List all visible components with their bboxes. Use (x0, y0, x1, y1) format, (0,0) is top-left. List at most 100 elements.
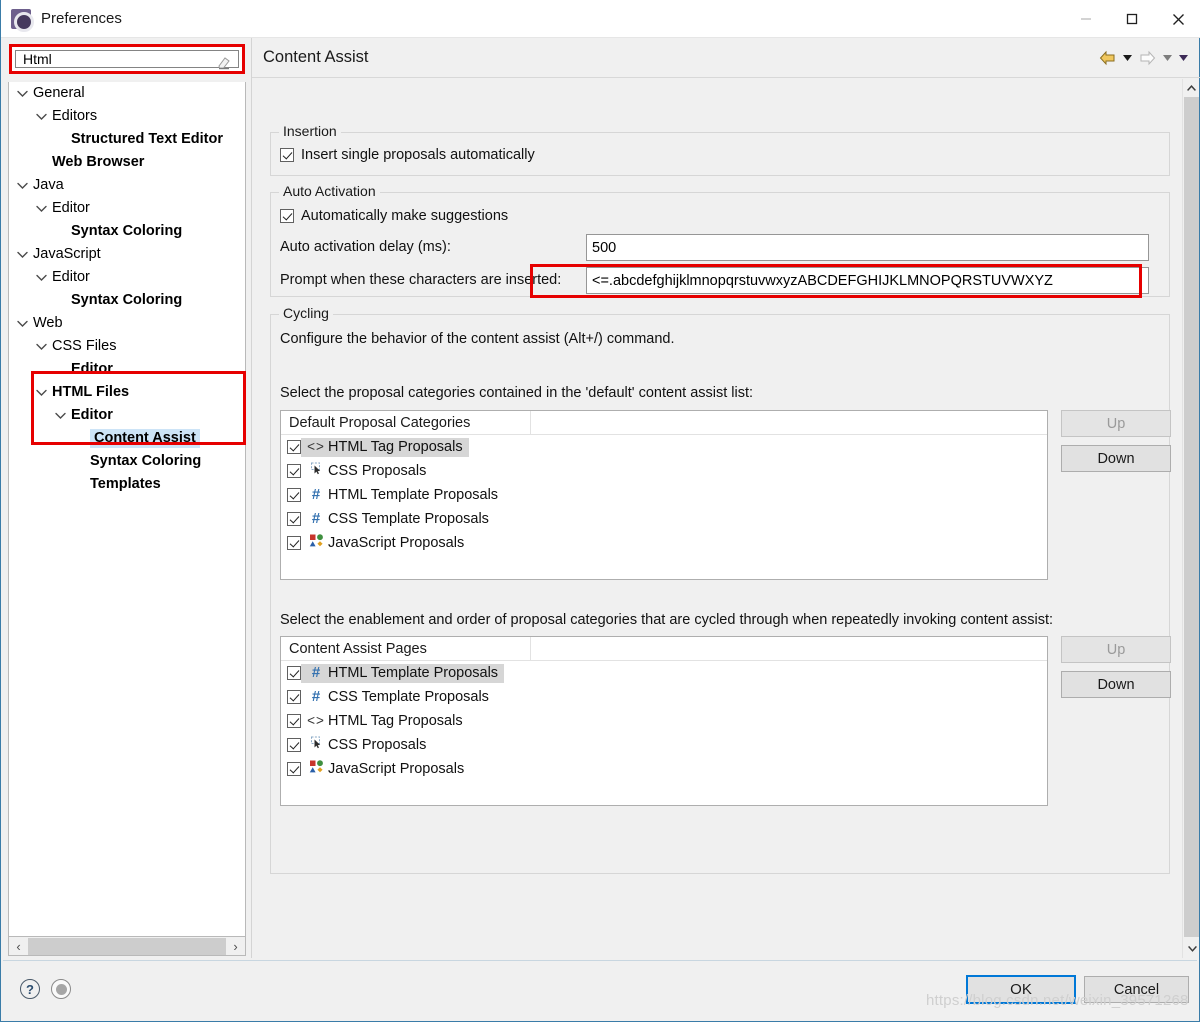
prompt-characters-input[interactable]: <=.abcdefghijklmnopqrstuvwxyzABCDEFGHIJK… (586, 267, 1149, 294)
table-row[interactable]: # CSS Template Proposals (281, 507, 1047, 531)
tree-item-structured-text-editor[interactable]: Structured Text Editor (9, 128, 245, 151)
tree-item-general[interactable]: General (9, 82, 245, 105)
maximize-button[interactable] (1109, 0, 1155, 38)
tree-item-css-files[interactable]: CSS Files (9, 335, 245, 358)
default-up-button[interactable]: Up (1061, 410, 1171, 437)
content-assist-pages-table[interactable]: Content Assist Pages # HTML Template Prop… (280, 636, 1048, 806)
chevron-down-icon[interactable] (53, 408, 68, 423)
row-content: <> HTML Tag Proposals (301, 712, 469, 731)
tree-item-editors[interactable]: Editors (9, 105, 245, 128)
chevron-down-icon[interactable] (34, 109, 49, 124)
row-checkbox[interactable] (287, 666, 301, 680)
page-menu-chevron-down-icon[interactable] (1176, 45, 1190, 71)
tree-item-syntax-coloring[interactable]: Syntax Coloring (9, 289, 245, 312)
template-hash-icon: # (311, 688, 321, 705)
tree-item-web[interactable]: Web (9, 312, 245, 335)
row-checkbox[interactable] (287, 440, 301, 454)
eraser-icon[interactable] (216, 54, 232, 70)
table-row[interactable]: <> HTML Tag Proposals (281, 709, 1047, 733)
tree-item-editor[interactable]: Editor (9, 358, 245, 381)
row-checkbox[interactable] (287, 464, 301, 478)
insert-single-proposals-label: Insert single proposals automatically (301, 147, 535, 163)
table-row[interactable]: JavaScript Proposals (281, 757, 1047, 781)
close-button[interactable] (1155, 0, 1200, 38)
cycle-table-header-label: Content Assist Pages (281, 637, 531, 661)
scrollbar-thumb[interactable] (28, 937, 226, 955)
tree-item-editor[interactable]: Editor (9, 404, 245, 427)
insert-single-proposals-checkbox-row[interactable]: Insert single proposals automatically (280, 147, 535, 163)
scrollbar-thumb[interactable] (1184, 97, 1199, 937)
prompt-characters-label: Prompt when these characters are inserte… (280, 272, 562, 288)
scroll-up-icon[interactable] (1183, 79, 1200, 96)
scroll-left-icon[interactable]: ‹ (9, 938, 28, 955)
row-checkbox[interactable] (287, 762, 301, 776)
search-input[interactable] (21, 50, 201, 68)
tree-item-editor[interactable]: Editor (9, 266, 245, 289)
table-row[interactable]: JavaScript Proposals (281, 531, 1047, 555)
cycle-down-button[interactable]: Down (1061, 671, 1171, 698)
filter-search-box[interactable] (15, 50, 239, 70)
page-header: Content Assist (252, 38, 1200, 78)
row-checkbox[interactable] (287, 690, 301, 704)
auto-suggest-label: Automatically make suggestions (301, 208, 509, 224)
chevron-down-icon[interactable] (34, 270, 49, 285)
minimize-button[interactable] (1063, 0, 1109, 38)
chevron-down-icon[interactable] (15, 86, 30, 101)
chevron-down-icon[interactable] (34, 201, 49, 216)
row-content: # CSS Template Proposals (301, 510, 495, 529)
forward-history-chevron-down-icon[interactable] (1160, 45, 1174, 71)
tree-item-label: Templates (90, 476, 161, 493)
tree-item-syntax-coloring[interactable]: Syntax Coloring (9, 450, 245, 473)
tree-item-html-files[interactable]: HTML Files (9, 381, 245, 404)
html-tag-icon: <> (307, 713, 325, 728)
row-content: JavaScript Proposals (301, 533, 470, 553)
tree-item-java[interactable]: Java (9, 174, 245, 197)
preferences-tree[interactable]: General Editors Structured Text Editor Web … (8, 82, 246, 937)
shell-dot-icon[interactable] (51, 979, 71, 999)
row-content: CSS Proposals (301, 736, 432, 755)
chevron-down-icon[interactable] (15, 316, 30, 331)
tree-item-javascript[interactable]: JavaScript (9, 243, 245, 266)
auto-suggest-checkbox-row[interactable]: Automatically make suggestions (280, 208, 508, 224)
table-row[interactable]: CSS Proposals (281, 733, 1047, 757)
row-checkbox[interactable] (287, 512, 301, 526)
filter-search-highlight (9, 44, 245, 74)
row-icon: <> (307, 713, 325, 729)
row-checkbox[interactable] (287, 488, 301, 502)
table-row[interactable]: CSS Proposals (281, 459, 1047, 483)
scroll-down-icon[interactable] (1184, 940, 1200, 957)
forward-arrow-icon[interactable] (1136, 45, 1158, 71)
back-history-chevron-down-icon[interactable] (1120, 45, 1134, 71)
table-row[interactable]: # HTML Template Proposals (281, 661, 1047, 685)
back-arrow-icon[interactable] (1096, 45, 1118, 71)
chevron-down-icon[interactable] (15, 178, 30, 193)
tree-item-content-assist[interactable]: Content Assist (9, 427, 245, 450)
html-tag-icon: <> (307, 439, 325, 454)
table-row[interactable]: # HTML Template Proposals (281, 483, 1047, 507)
tree-item-editor[interactable]: Editor (9, 197, 245, 220)
chevron-down-icon[interactable] (15, 247, 30, 262)
tree-item-web-browser[interactable]: Web Browser (9, 151, 245, 174)
row-checkbox[interactable] (287, 738, 301, 752)
content-vertical-scrollbar[interactable] (1182, 79, 1199, 958)
row-checkbox[interactable] (287, 536, 301, 550)
scroll-right-icon[interactable]: › (226, 938, 245, 955)
cycle-table-header-spacer (531, 637, 1047, 661)
auto-activation-delay-input[interactable]: 500 (586, 234, 1149, 261)
tree-item-label: Editor (52, 269, 90, 286)
help-icon[interactable]: ? (20, 979, 40, 999)
tree-horizontal-scrollbar[interactable]: ‹ › (8, 937, 246, 956)
left-panel: General Editors Structured Text Editor Web … (3, 38, 249, 958)
cycle-up-button[interactable]: Up (1061, 636, 1171, 663)
default-proposal-categories-table[interactable]: Default Proposal Categories <> HTML Tag P… (280, 410, 1048, 580)
insert-single-proposals-checkbox[interactable] (280, 148, 294, 162)
default-down-button[interactable]: Down (1061, 445, 1171, 472)
table-row[interactable]: <> HTML Tag Proposals (281, 435, 1047, 459)
auto-suggest-checkbox[interactable] (280, 209, 294, 223)
row-checkbox[interactable] (287, 714, 301, 728)
tree-item-templates[interactable]: Templates (9, 473, 245, 496)
chevron-down-icon[interactable] (34, 339, 49, 354)
chevron-down-icon[interactable] (34, 385, 49, 400)
tree-item-syntax-coloring[interactable]: Syntax Coloring (9, 220, 245, 243)
table-row[interactable]: # CSS Template Proposals (281, 685, 1047, 709)
